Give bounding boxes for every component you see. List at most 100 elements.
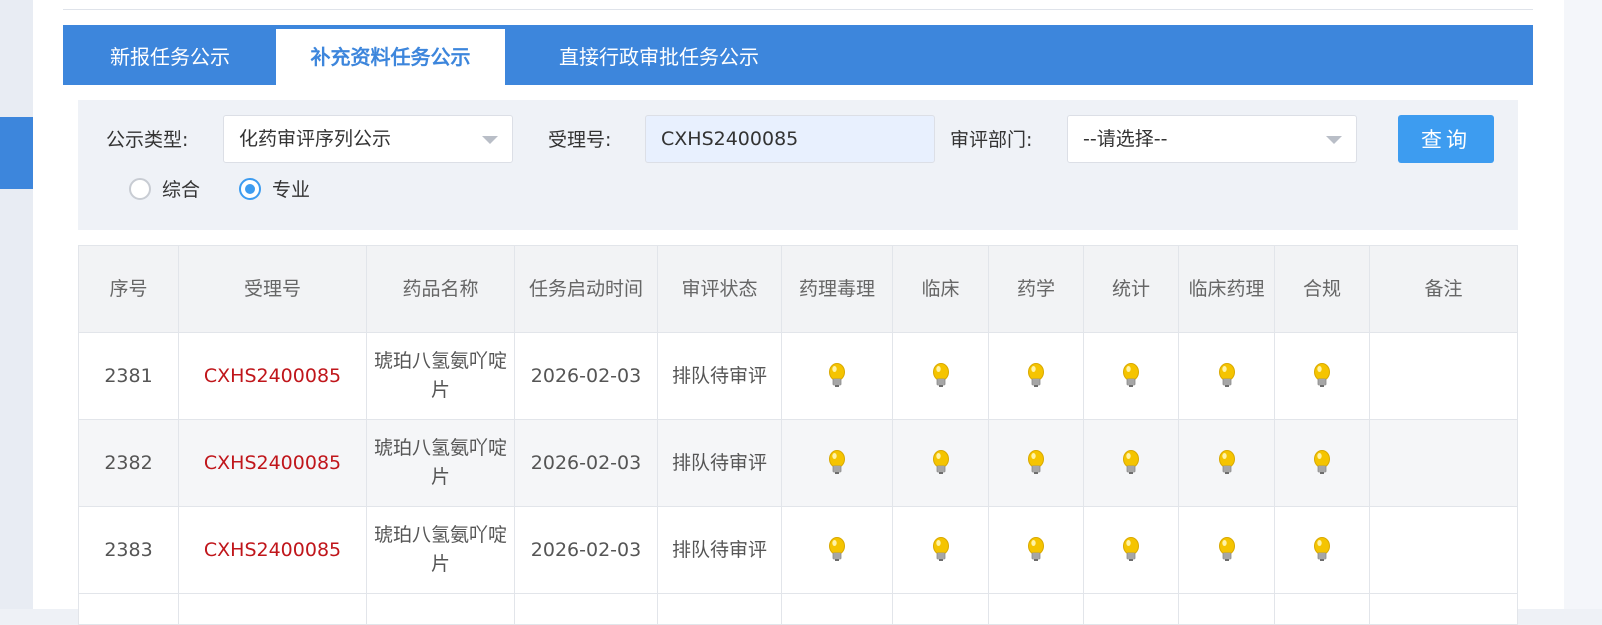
lightbulb-icon	[1028, 363, 1044, 387]
dept-select[interactable]: --请选择--	[1067, 115, 1357, 163]
radio-special-circle[interactable]	[239, 178, 261, 200]
cell-remark	[1369, 506, 1518, 594]
cell-accept-no: CXHS2400085	[178, 332, 367, 420]
cell-clin-pharm[interactable]	[1178, 506, 1275, 594]
cell-empty	[657, 593, 782, 625]
tab-supplement-tasks[interactable]: 补充资料任务公示	[276, 29, 505, 85]
cell-pharmacy[interactable]	[988, 419, 1084, 507]
cell-accept-no: CXHS2400085	[178, 419, 367, 507]
col-header-status: 审评状态	[657, 245, 782, 333]
cell-drug-name: 琥珀八氢氨吖啶片	[366, 419, 515, 507]
cell-seq: 2383	[78, 506, 179, 594]
cell-clin-pharm[interactable]	[1178, 419, 1275, 507]
lightbulb-icon	[1028, 450, 1044, 474]
cell-compliance[interactable]	[1274, 419, 1370, 507]
col-header-clinical: 临床	[892, 245, 989, 333]
accept-no-link[interactable]: CXHS2400085	[204, 539, 341, 561]
col-header-pharm-tox: 药理毒理	[781, 245, 893, 333]
cell-empty	[1083, 593, 1179, 625]
lightbulb-icon	[829, 537, 845, 561]
cell-empty	[366, 593, 515, 625]
col-header-clin-pharm: 临床药理	[1178, 245, 1275, 333]
cell-empty	[988, 593, 1084, 625]
cell-empty	[178, 593, 367, 625]
type-select[interactable]: 化药审评序列公示	[223, 115, 513, 163]
lightbulb-icon	[1314, 450, 1330, 474]
radio-special-label: 专业	[272, 179, 311, 201]
cell-status: 排队待审评	[657, 332, 782, 420]
cell-compliance[interactable]	[1274, 506, 1370, 594]
query-button[interactable]: 查询	[1398, 115, 1494, 163]
cell-seq: 2381	[78, 332, 179, 420]
cell-start-time: 2026-02-03	[514, 506, 658, 594]
cell-statistics[interactable]	[1083, 332, 1179, 420]
cell-pharm-tox[interactable]	[781, 419, 893, 507]
right-margin-strip	[1564, 0, 1602, 609]
filter-panel: 公示类型: 化药审评序列公示 受理号: 审评部门: --请选择-- 查询 综合 …	[78, 100, 1518, 230]
tab-new-tasks[interactable]: 新报任务公示	[63, 29, 277, 85]
radio-general-circle[interactable]	[129, 178, 151, 200]
accept-no-label: 受理号:	[548, 129, 612, 151]
col-header-start-time: 任务启动时间	[514, 245, 658, 333]
cell-clinical[interactable]	[892, 419, 989, 507]
cell-clinical[interactable]	[892, 506, 989, 594]
accept-no-link[interactable]: CXHS2400085	[204, 452, 341, 474]
cell-status: 排队待审评	[657, 419, 782, 507]
cell-compliance[interactable]	[1274, 332, 1370, 420]
lightbulb-icon	[1218, 363, 1235, 387]
radio-general-label: 综合	[162, 179, 201, 201]
lightbulb-icon	[932, 363, 949, 387]
cell-remark	[1369, 419, 1518, 507]
table-row-partial	[78, 593, 1518, 625]
lightbulb-icon	[829, 450, 845, 474]
lightbulb-icon	[1123, 537, 1139, 561]
cell-empty	[1274, 593, 1370, 625]
cell-clinical[interactable]	[892, 332, 989, 420]
col-header-drug: 药品名称	[366, 245, 515, 333]
cell-start-time: 2026-02-03	[514, 332, 658, 420]
radio-general[interactable]: 综合	[129, 175, 209, 205]
type-select-value: 化药审评序列公示	[239, 128, 392, 150]
cell-pharm-tox[interactable]	[781, 332, 893, 420]
cell-statistics[interactable]	[1083, 419, 1179, 507]
cell-pharmacy[interactable]	[988, 332, 1084, 420]
left-sidebar-strip	[0, 0, 33, 609]
cell-empty	[892, 593, 989, 625]
col-header-pharmacy: 药学	[988, 245, 1084, 333]
lightbulb-icon	[1314, 363, 1330, 387]
table-row: 2382 CXHS2400085 琥珀八氢氨吖啶片 2026-02-03 排队待审评	[78, 419, 1518, 507]
cell-remark	[1369, 332, 1518, 420]
cell-statistics[interactable]	[1083, 506, 1179, 594]
col-header-compliance: 合规	[1274, 245, 1370, 333]
cell-clin-pharm[interactable]	[1178, 332, 1275, 420]
chevron-down-icon	[482, 136, 498, 144]
lightbulb-icon	[1028, 537, 1044, 561]
cell-drug-name: 琥珀八氢氨吖啶片	[366, 332, 515, 420]
cell-drug-name: 琥珀八氢氨吖啶片	[366, 506, 515, 594]
tab-direct-approval-tasks[interactable]: 直接行政审批任务公示	[519, 29, 799, 85]
lightbulb-icon	[932, 537, 949, 561]
cell-start-time: 2026-02-03	[514, 419, 658, 507]
cell-status: 排队待审评	[657, 506, 782, 594]
table-header-row: 序号 受理号 药品名称 任务启动时间 审评状态 药理毒理 临床 药学 统计 临床…	[78, 245, 1518, 333]
accept-no-link[interactable]: CXHS2400085	[204, 365, 341, 387]
left-sidebar-active-marker[interactable]	[0, 117, 33, 189]
table-row: 2381 CXHS2400085 琥珀八氢氨吖啶片 2026-02-03 排队待审评	[78, 332, 1518, 420]
lightbulb-icon	[1218, 450, 1235, 474]
cell-pharmacy[interactable]	[988, 506, 1084, 594]
lightbulb-icon	[829, 363, 845, 387]
lightbulb-icon	[1218, 537, 1235, 561]
cell-empty	[1369, 593, 1518, 625]
cell-seq: 2382	[78, 419, 179, 507]
cell-empty	[78, 593, 179, 625]
radio-special[interactable]: 专业	[239, 175, 319, 205]
col-header-accept-no: 受理号	[178, 245, 367, 333]
lightbulb-icon	[932, 450, 949, 474]
col-header-remark: 备注	[1369, 245, 1518, 333]
cell-pharm-tox[interactable]	[781, 506, 893, 594]
accept-no-input[interactable]	[645, 115, 935, 163]
col-header-seq: 序号	[78, 245, 179, 333]
dept-select-value: --请选择--	[1083, 128, 1168, 150]
dept-label: 审评部门:	[950, 129, 1033, 151]
type-label: 公示类型:	[106, 129, 189, 151]
